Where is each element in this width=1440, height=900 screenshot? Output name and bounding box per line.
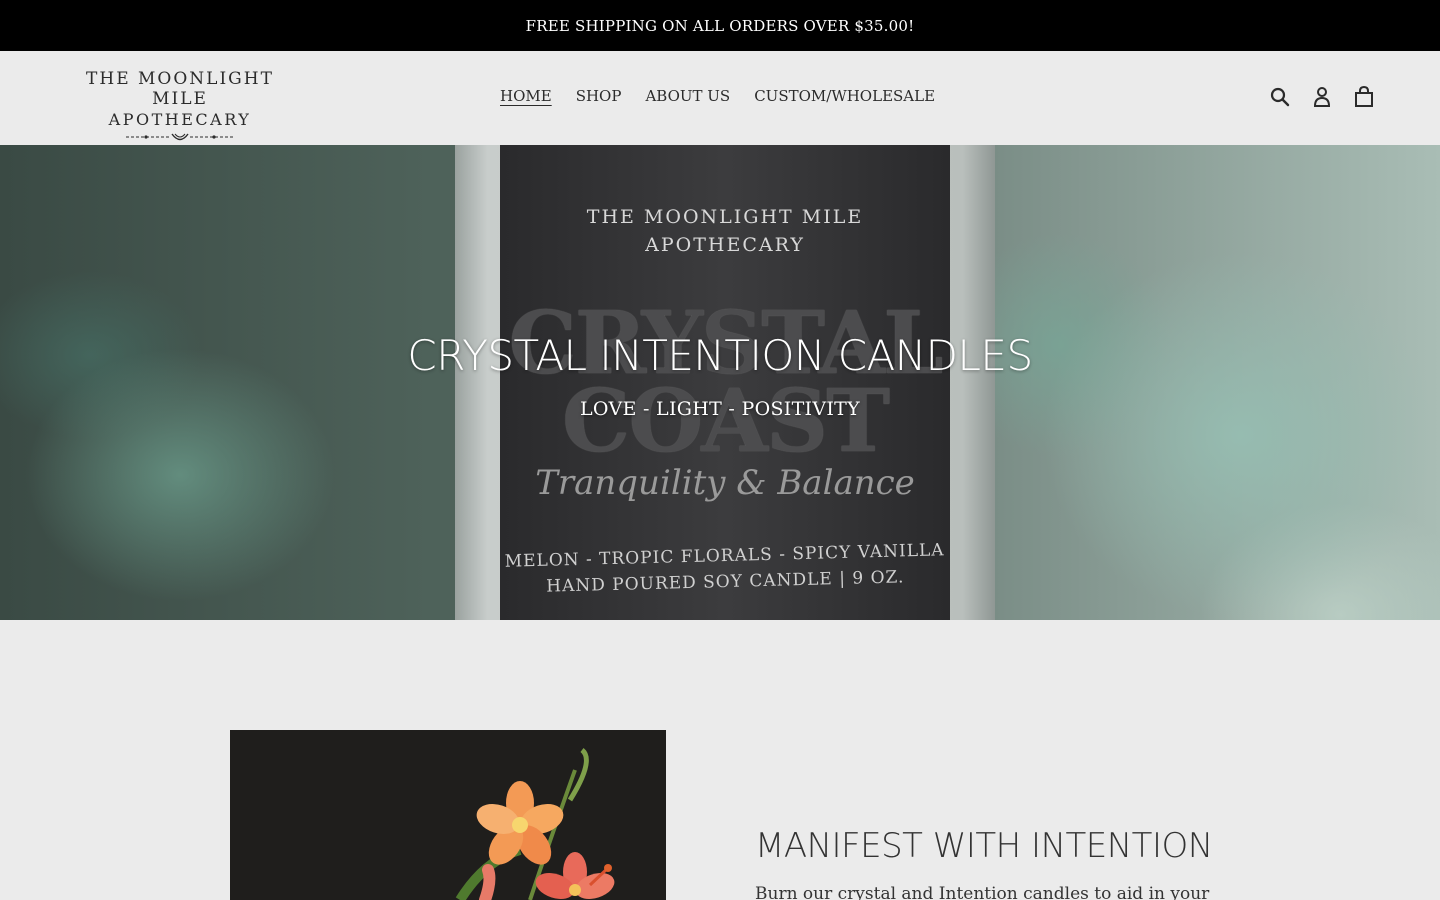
nav-home[interactable]: HOME [500,87,552,105]
logo-line-2: APOTHECARY [108,110,252,129]
candle-label-name-line-2: COAST [561,371,890,472]
candle-label-name: CRYSTAL COAST [500,301,950,472]
candle-label-brand-line-1: THE MOONLIGHT MILE [586,206,864,228]
candle-label-tagline: Tranquility & Balance [535,463,915,503]
logo[interactable]: THE MOONLIGHT MILE APOTHECARY [64,69,296,145]
feature-title: MANIFEST WITH INTENTION [755,826,1213,866]
logo-line-1: THE MOONLIGHT MILE [86,69,274,109]
announcement-bar: FREE SHIPPING ON ALL ORDERS OVER $35.00! [0,0,1440,51]
nav-custom-wholesale[interactable]: CUSTOM/WHOLESALE [754,87,935,105]
account-icon[interactable] [1310,85,1334,109]
hero-title: CRYSTAL INTENTION CANDLES [407,331,1033,380]
main-nav: HOME SHOP ABOUT US CUSTOM/WHOLESALE [500,87,935,105]
nav-about-us[interactable]: ABOUT US [645,87,730,105]
header-icons [1268,85,1376,109]
search-icon[interactable] [1268,85,1292,109]
candle-label: THE MOONLIGHT MILE APOTHECARY CRYSTAL CO… [500,145,950,620]
logo-moon-ornament-icon [126,133,234,141]
nav-shop[interactable]: SHOP [576,87,622,105]
cart-icon[interactable] [1352,85,1376,109]
candle-label-brand: THE MOONLIGHT MILE APOTHECARY [500,203,950,259]
feature-flower-image [230,730,666,900]
feature-text: Burn our crystal and Intention candles t… [755,884,1210,900]
tropical-flower-illustration [455,748,615,900]
hero-subtitle: LOVE - LIGHT - POSITIVITY [580,398,860,420]
site-header: THE MOONLIGHT MILE APOTHECARY HOME SHOP … [0,51,1440,145]
candle-label-notes: MELON - TROPIC FLORALS - SPICY VANILLA H… [499,537,950,601]
candle-label-brand-line-2: APOTHECARY [645,234,805,256]
hero-banner: THE MOONLIGHT MILE APOTHECARY CRYSTAL CO… [0,145,1440,620]
announcement-text: FREE SHIPPING ON ALL ORDERS OVER $35.00! [525,16,915,35]
